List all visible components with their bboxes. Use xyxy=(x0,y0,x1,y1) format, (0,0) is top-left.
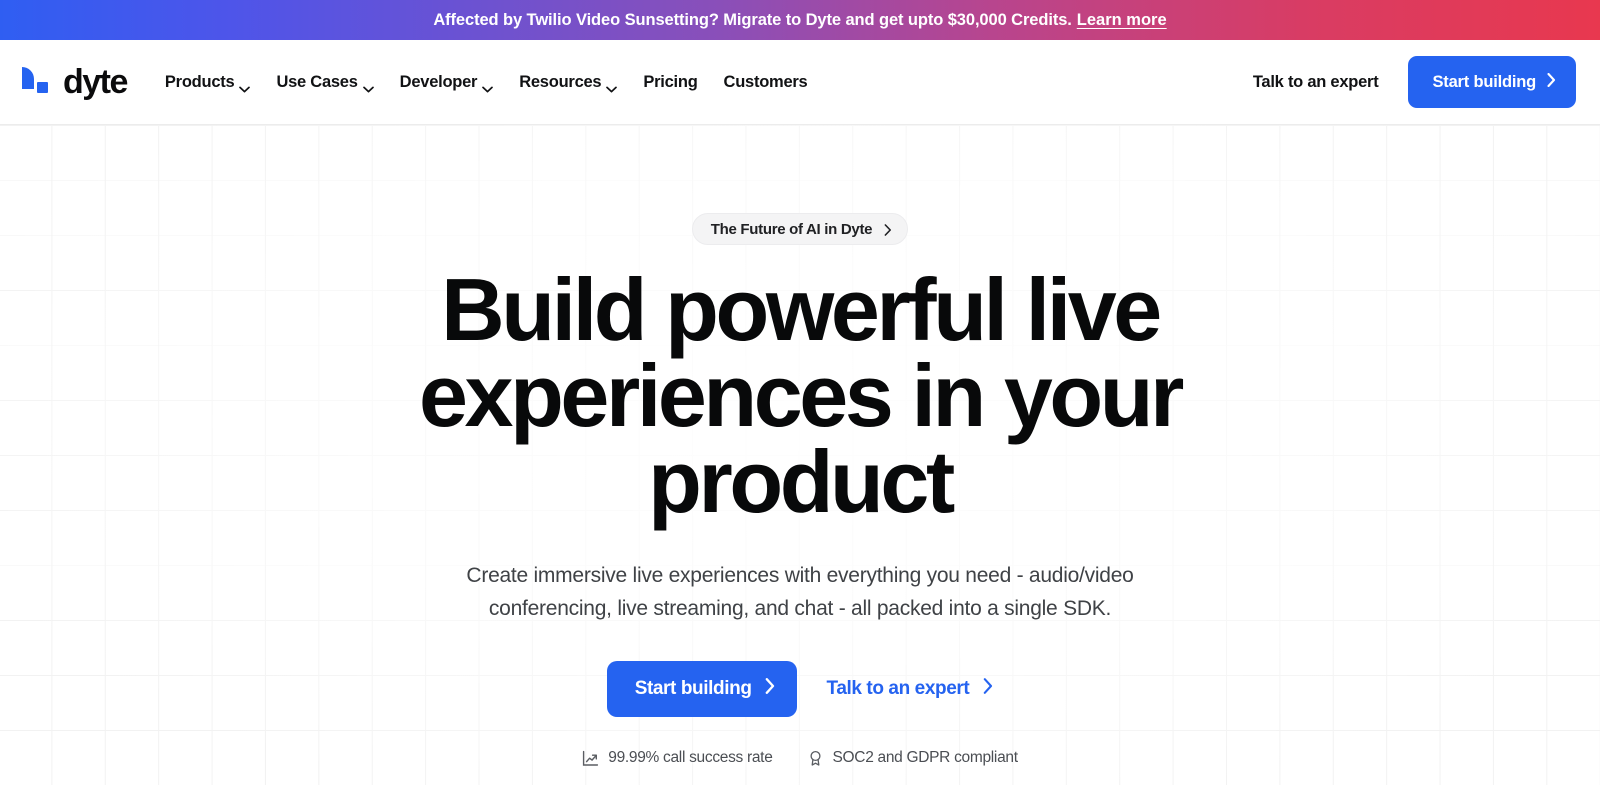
award-badge-icon xyxy=(807,750,824,767)
chevron-right-icon xyxy=(884,223,892,236)
chevron-down-icon xyxy=(239,79,251,92)
chevron-down-icon xyxy=(482,79,494,92)
nav-actions: Talk to an expert Start building xyxy=(1253,56,1576,108)
nav-item-use-cases[interactable]: Use Cases xyxy=(276,72,374,92)
chevron-down-icon xyxy=(362,79,374,92)
nav-label: Customers xyxy=(723,72,808,91)
trust-item-call-success: 99.99% call success rate xyxy=(582,749,773,767)
hero-talk-to-expert-button[interactable]: Talk to an expert xyxy=(827,678,994,700)
brand-name: dyte xyxy=(63,63,128,101)
nav-label: Pricing xyxy=(643,72,698,91)
dyte-logo-icon xyxy=(20,65,56,99)
hero-content: The Future of AI in Dyte Build powerful … xyxy=(0,125,1600,767)
nav-item-resources[interactable]: Resources xyxy=(519,72,618,92)
start-building-label: Start building xyxy=(1432,72,1536,91)
trust-label: 99.99% call success rate xyxy=(608,749,773,766)
announcement-learn-more-link[interactable]: Learn more xyxy=(1077,11,1167,30)
hero-subtitle: Create immersive live experiences with e… xyxy=(466,564,1134,620)
hero-trust-indicators: 99.99% call success rate SOC2 and GDPR c… xyxy=(582,749,1018,767)
hero-section: The Future of AI in Dyte Build powerful … xyxy=(0,125,1600,785)
announcement-text: Affected by Twilio Video Sunsetting? Mig… xyxy=(433,10,1072,29)
nav-label: Use Cases xyxy=(276,72,358,91)
talk-to-expert-link[interactable]: Talk to an expert xyxy=(1253,73,1379,92)
trending-up-chart-icon xyxy=(582,750,599,767)
hero-announcement-pill[interactable]: The Future of AI in Dyte xyxy=(691,213,909,245)
brand-logo[interactable]: dyte xyxy=(20,63,128,101)
chevron-right-icon xyxy=(983,678,993,700)
nav-label: Products xyxy=(164,72,235,91)
chevron-down-icon xyxy=(606,79,618,92)
announcement-banner: Affected by Twilio Video Sunsetting? Mig… xyxy=(0,0,1600,40)
trust-item-compliance: SOC2 and GDPR compliant xyxy=(807,749,1018,767)
main-navbar: dyte Products Use Cases Developer Resour… xyxy=(0,40,1600,125)
nav-item-customers[interactable]: Customers xyxy=(724,73,808,92)
nav-links: Products Use Cases Developer Resources P… xyxy=(165,73,808,92)
nav-item-developer[interactable]: Developer xyxy=(400,73,494,92)
hero-pill-label: The Future of AI in Dyte xyxy=(710,220,873,238)
hero-primary-cta-label: Start building xyxy=(634,678,752,699)
chevron-right-icon xyxy=(1547,72,1556,92)
trust-label: SOC2 and GDPR compliant xyxy=(832,749,1019,766)
page-title: Build powerful live experiences in your … xyxy=(280,266,1320,526)
hero-title-line-1: Build powerful live xyxy=(441,260,1162,359)
hero-cta-group: Start building Talk to an expert xyxy=(606,661,994,717)
start-building-button[interactable]: Start building xyxy=(1408,56,1576,108)
nav-label: Developer xyxy=(399,72,478,91)
hero-title-line-2: experiences in your product xyxy=(419,346,1184,531)
hero-secondary-cta-label: Talk to an expert xyxy=(826,678,970,699)
nav-item-products[interactable]: Products xyxy=(165,73,251,92)
nav-item-pricing[interactable]: Pricing xyxy=(643,73,697,92)
chevron-right-icon xyxy=(765,678,775,700)
hero-start-building-button[interactable]: Start building xyxy=(606,661,797,717)
nav-label: Resources xyxy=(519,72,602,91)
